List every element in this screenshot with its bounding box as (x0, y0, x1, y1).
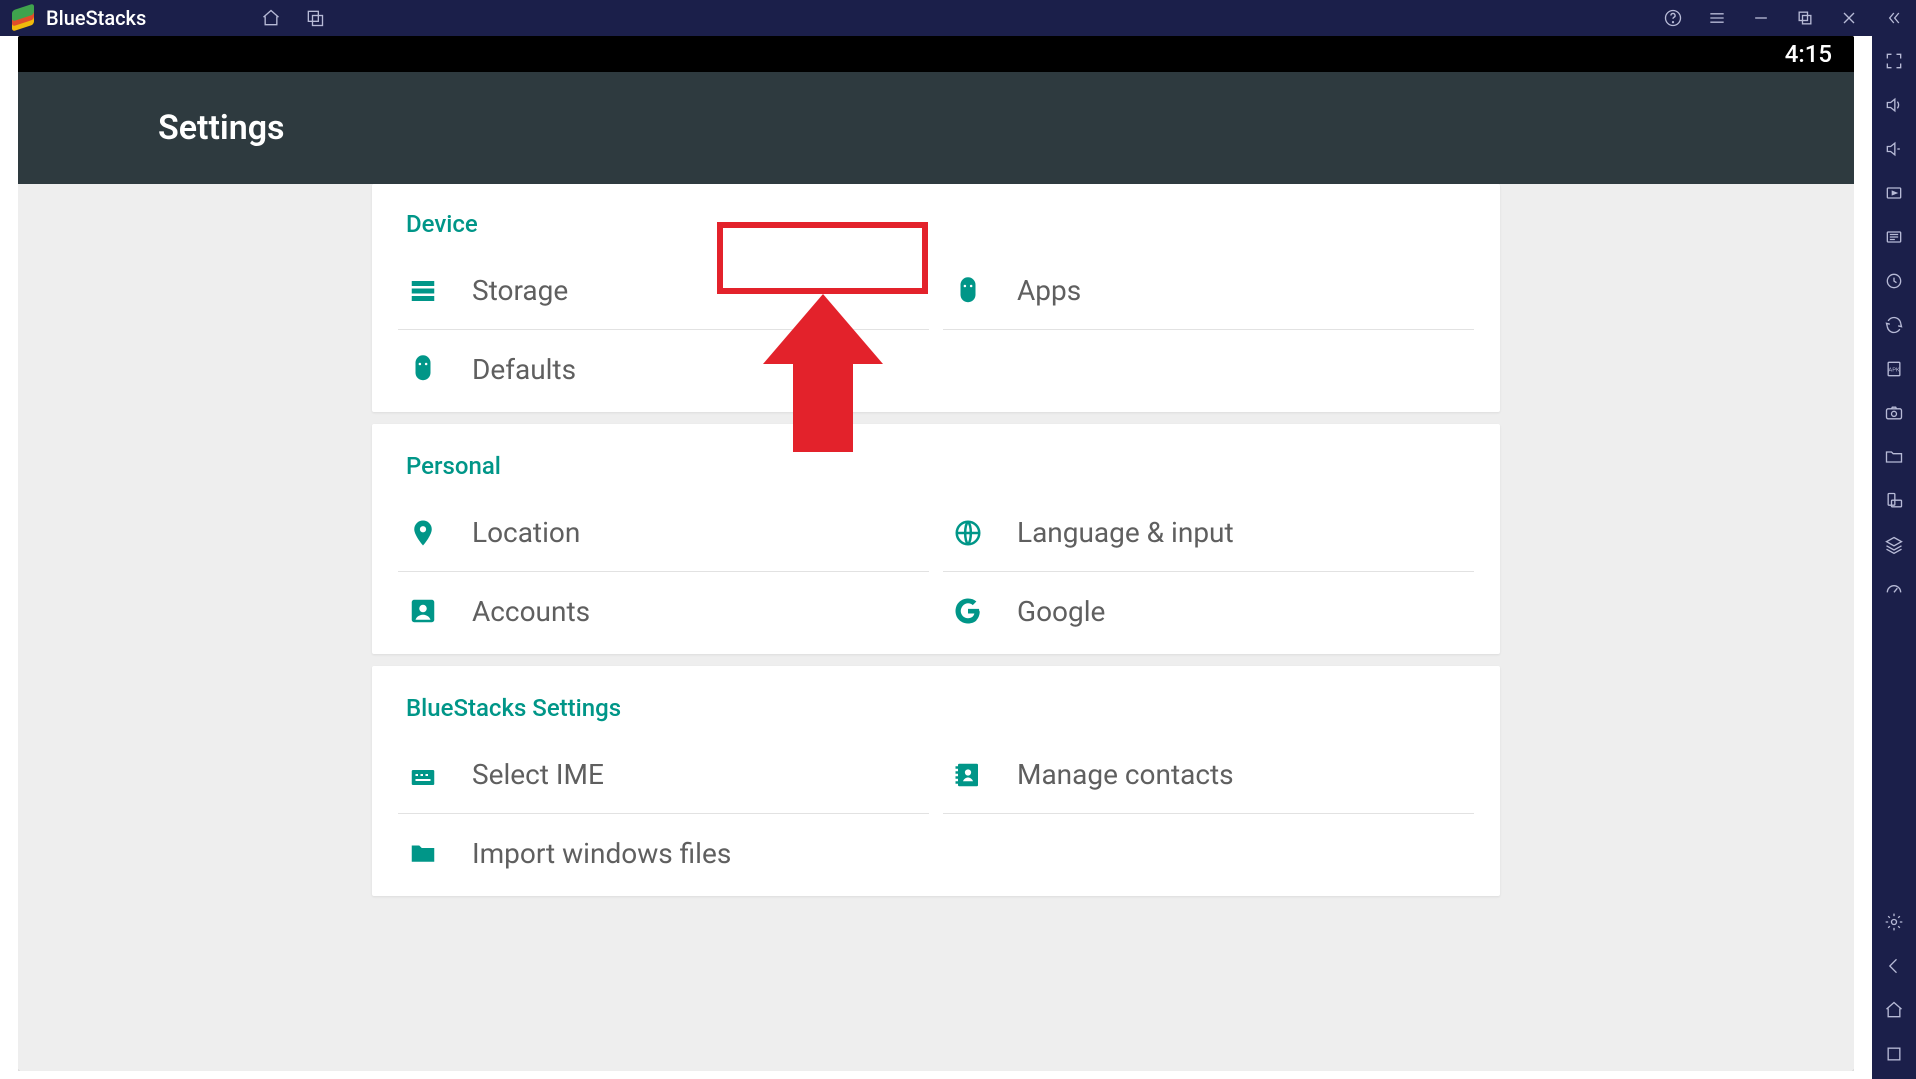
settings-header: Settings (18, 72, 1854, 184)
settings-item-ime[interactable]: Select IME (398, 736, 929, 814)
game-guide-icon[interactable] (1883, 226, 1905, 248)
app-name: BlueStacks (46, 6, 146, 30)
keyboard-icon (406, 758, 440, 792)
panel-personal: Personal Location Language & (372, 424, 1500, 654)
help-icon[interactable] (1662, 7, 1684, 29)
settings-item-label: Manage contacts (1017, 758, 1234, 791)
accounts-icon (406, 594, 440, 628)
page-title: Settings (158, 108, 285, 148)
right-toolbar: APK (1872, 36, 1916, 1079)
settings-item-google[interactable]: Google (943, 572, 1474, 650)
google-icon (951, 594, 985, 628)
settings-item-import[interactable]: Import windows files (398, 814, 929, 892)
section-title-personal: Personal (372, 452, 1500, 494)
settings-item-accounts[interactable]: Accounts (398, 572, 929, 650)
settings-item-label: Apps (1017, 274, 1081, 307)
settings-item-label: Defaults (472, 353, 576, 386)
settings-item-label: Storage (472, 274, 568, 307)
apps-icon (951, 274, 985, 308)
minimize-icon[interactable] (1750, 7, 1772, 29)
rotate-icon[interactable] (1883, 490, 1905, 512)
settings-item-label: Google (1017, 595, 1105, 628)
language-icon (951, 516, 985, 550)
folder-icon (406, 836, 440, 870)
sync-icon[interactable] (1883, 314, 1905, 336)
android-frame: 4:15 Settings Device Storage (18, 36, 1854, 1071)
settings-body[interactable]: Device Storage Apps (18, 184, 1854, 1071)
home-icon[interactable] (260, 7, 282, 29)
close-icon[interactable] (1838, 7, 1860, 29)
svg-text:APK: APK (1888, 368, 1899, 374)
settings-item-storage[interactable]: Storage (398, 252, 929, 330)
volume-down-icon[interactable] (1883, 138, 1905, 160)
media-folder-icon[interactable] (1883, 446, 1905, 468)
settings-item-label: Location (472, 516, 580, 549)
volume-up-icon[interactable] (1883, 94, 1905, 116)
contacts-icon (951, 758, 985, 792)
section-title-bluestacks: BlueStacks Settings (372, 694, 1500, 736)
keymap-icon[interactable] (1883, 182, 1905, 204)
collapse-sidetoolbar-icon[interactable] (1882, 7, 1904, 29)
fullscreen-icon[interactable] (1883, 50, 1905, 72)
maximize-icon[interactable] (1794, 7, 1816, 29)
bluestacks-titlebar: BlueStacks (0, 0, 1916, 36)
settings-item-contacts[interactable]: Manage contacts (943, 736, 1474, 814)
recents-icon[interactable] (1883, 1043, 1905, 1065)
settings-item-apps[interactable]: Apps (943, 252, 1474, 330)
settings-item-label: Select IME (472, 758, 604, 791)
panel-device: Device Storage Apps (372, 184, 1500, 412)
storage-icon (406, 274, 440, 308)
install-apk-icon[interactable]: APK (1883, 358, 1905, 380)
settings-gear-icon[interactable] (1883, 911, 1905, 933)
menu-icon[interactable] (1706, 7, 1728, 29)
location-icon (406, 516, 440, 550)
bluestacks-logo-icon (12, 7, 34, 29)
panel-bluestacks: BlueStacks Settings Select IME (372, 666, 1500, 896)
home-toolbar-icon[interactable] (1883, 999, 1905, 1021)
settings-item-language[interactable]: Language & input (943, 494, 1474, 572)
android-status-bar: 4:15 (18, 36, 1854, 72)
macro-icon[interactable] (1883, 270, 1905, 292)
settings-item-label: Accounts (472, 595, 590, 628)
speed-icon[interactable] (1883, 578, 1905, 600)
multi-instance-icon[interactable] (304, 7, 326, 29)
status-time: 4:15 (1785, 40, 1832, 68)
bluestacks-brand: BlueStacks (12, 6, 146, 30)
layers-icon[interactable] (1883, 534, 1905, 556)
defaults-icon (406, 352, 440, 386)
screenshot-icon[interactable] (1883, 402, 1905, 424)
settings-item-label: Import windows files (472, 837, 731, 870)
emulator-area: 4:15 Settings Device Storage (0, 36, 1872, 1079)
back-icon[interactable] (1883, 955, 1905, 977)
settings-item-location[interactable]: Location (398, 494, 929, 572)
settings-item-defaults[interactable]: Defaults (398, 330, 929, 408)
section-title-device: Device (372, 210, 1500, 252)
settings-item-label: Language & input (1017, 516, 1234, 549)
